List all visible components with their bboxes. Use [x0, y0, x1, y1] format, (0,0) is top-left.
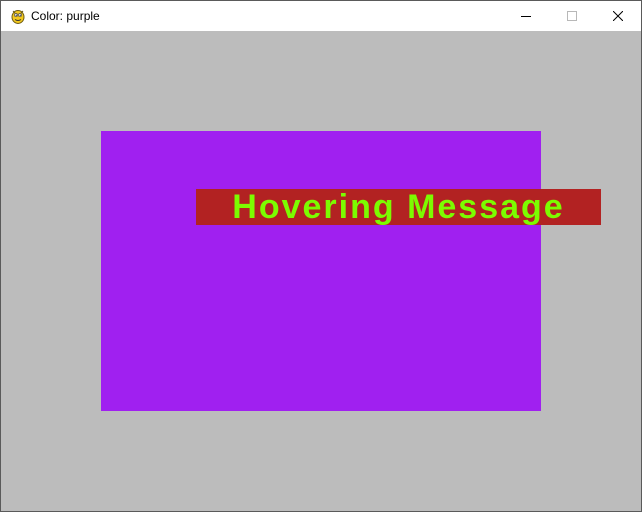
close-button[interactable] [595, 1, 641, 31]
window-title: Color: purple [31, 9, 100, 23]
hover-message-text: Hovering Message [232, 188, 565, 226]
hover-message-banner: Hovering Message [196, 189, 601, 225]
minimize-button[interactable] [503, 1, 549, 31]
pygame-snake-icon [10, 8, 26, 24]
maximize-button[interactable] [549, 1, 595, 31]
maximize-icon [567, 11, 577, 21]
color-rectangle[interactable] [101, 131, 541, 411]
minimize-icon [521, 16, 531, 17]
game-canvas[interactable]: Hovering Message [1, 31, 641, 511]
app-window: Color: purple Hovering Message [0, 0, 642, 512]
close-icon [613, 11, 623, 21]
title-bar[interactable]: Color: purple [1, 1, 641, 31]
